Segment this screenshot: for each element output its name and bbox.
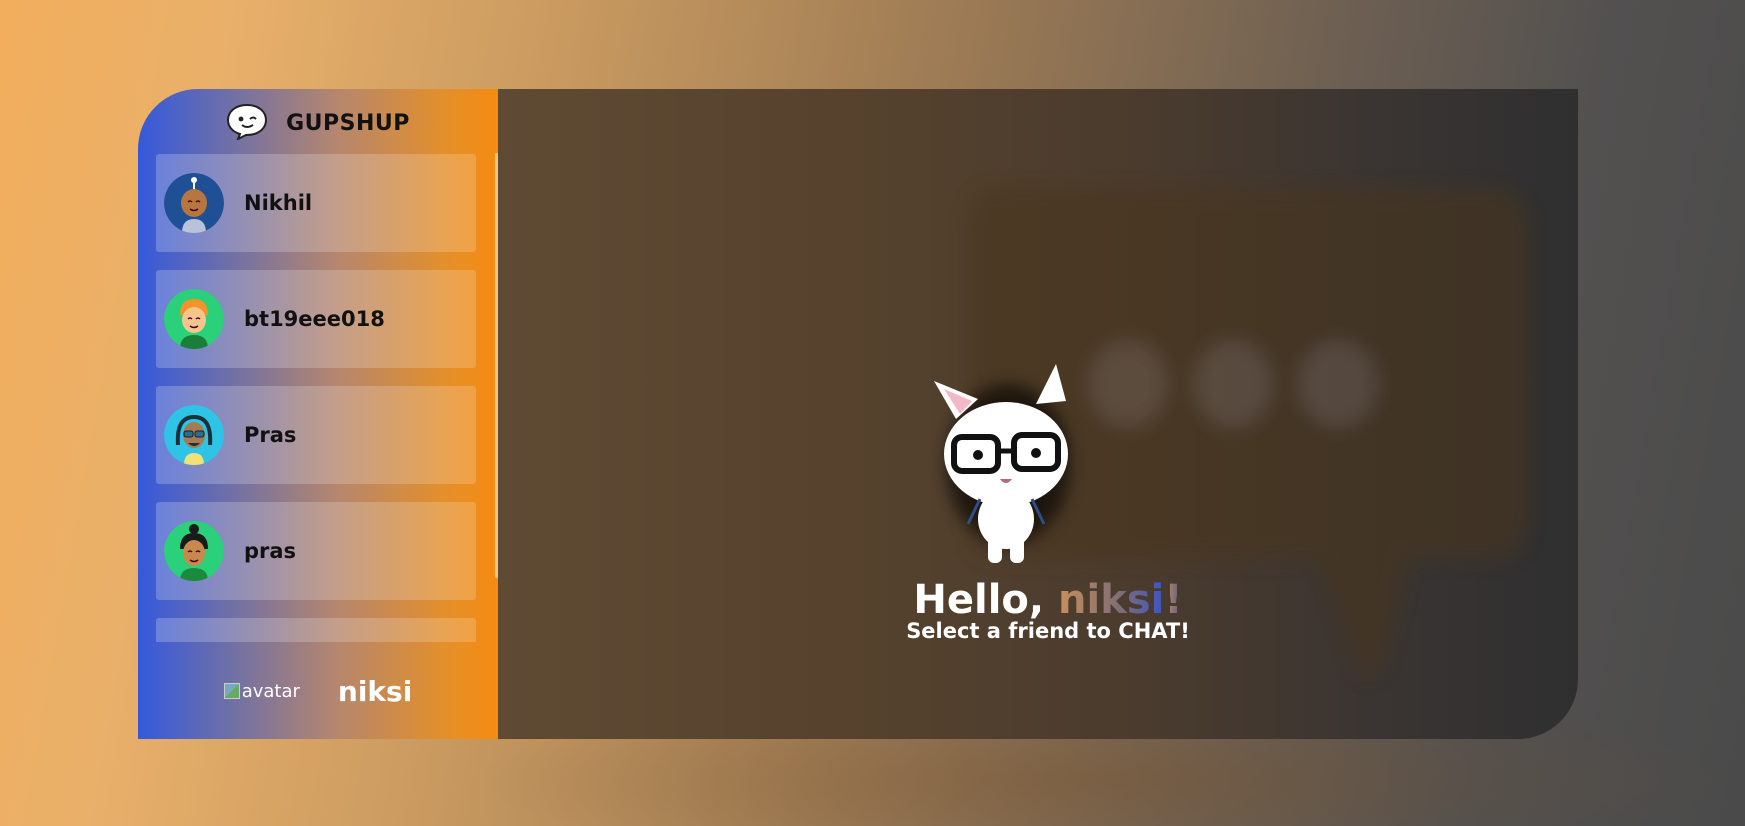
contact-name: bt19eee018 bbox=[244, 307, 385, 331]
user-avatar-alt: avatar bbox=[241, 680, 300, 702]
avatar bbox=[164, 521, 224, 581]
greeting-username: niksi bbox=[1058, 577, 1165, 623]
contact-name: Pras bbox=[244, 423, 297, 447]
contact-item[interactable]: Pras bbox=[156, 386, 476, 484]
greeting: Hello, niksi! bbox=[878, 577, 1218, 623]
user-avatar: avatar bbox=[223, 680, 300, 702]
chat-bubble-winking-icon bbox=[226, 102, 268, 144]
app-title: GUPSHUP bbox=[286, 110, 410, 136]
robot-cat-mascot-icon bbox=[934, 364, 1070, 563]
brand-header: GUPSHUP bbox=[138, 103, 498, 143]
greeting-prefix: Hello, bbox=[913, 577, 1059, 623]
contact-item[interactable] bbox=[156, 618, 476, 642]
contact-item[interactable]: bt19eee018 bbox=[156, 270, 476, 368]
chat-area: Hello, niksi! Select a friend to CHAT! bbox=[498, 89, 1578, 739]
contact-item[interactable]: Nikhil bbox=[156, 154, 476, 252]
current-username: niksi bbox=[337, 674, 413, 708]
avatar bbox=[164, 173, 224, 233]
welcome-panel: Hello, niksi! Select a friend to CHAT! bbox=[878, 359, 1218, 719]
contact-name: Nikhil bbox=[244, 191, 313, 215]
current-user: avatar niksi bbox=[138, 671, 498, 711]
contact-list[interactable]: Nikhil bt19eee018 Pras pras bbox=[156, 154, 476, 642]
welcome-subtitle: Select a friend to CHAT! bbox=[906, 619, 1190, 643]
sidebar: GUPSHUP Nikhil bt19eee018 Pras pras avat… bbox=[138, 89, 498, 739]
avatar bbox=[164, 405, 224, 465]
contact-name: pras bbox=[244, 539, 297, 563]
greeting-suffix: ! bbox=[1164, 577, 1183, 623]
avatar bbox=[164, 289, 224, 349]
broken-image-icon bbox=[223, 683, 240, 699]
contact-item[interactable]: pras bbox=[156, 502, 476, 600]
app-window: GUPSHUP Nikhil bt19eee018 Pras pras avat… bbox=[138, 89, 1578, 739]
